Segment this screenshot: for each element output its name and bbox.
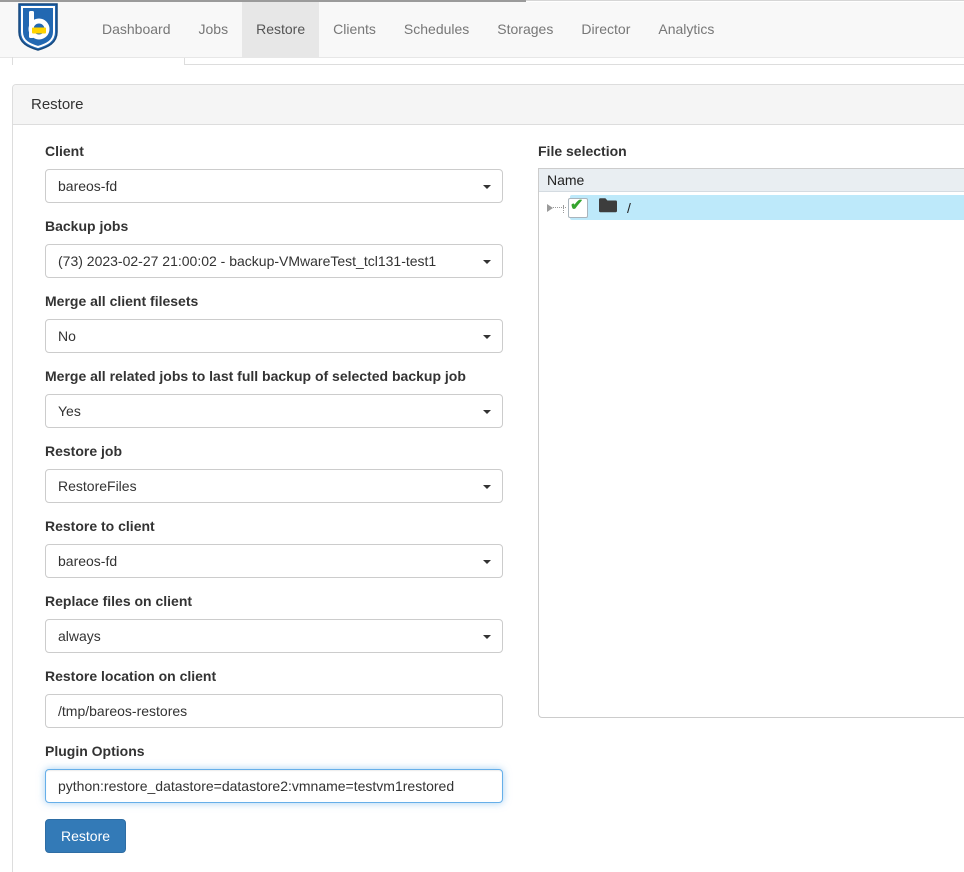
replace-files-select-value: always <box>58 628 101 644</box>
field-merge-filesets: Merge all client filesets No <box>45 293 503 353</box>
nav-item-jobs[interactable]: Jobs <box>185 2 243 57</box>
restore-to-client-label: Restore to client <box>45 518 503 534</box>
tree-node-label: / <box>627 200 631 216</box>
chevron-down-icon <box>483 185 491 189</box>
chevron-down-icon <box>483 335 491 339</box>
folder-icon <box>598 197 618 218</box>
field-restore-location: Restore location on client <box>45 668 503 728</box>
window-top-edge-light <box>526 0 964 1</box>
merge-related-jobs-select-value: Yes <box>58 403 81 419</box>
checked-checkbox[interactable]: ✔ <box>568 198 588 218</box>
active-subtab-left-border <box>12 57 13 65</box>
nav-item-director[interactable]: Director <box>567 2 644 57</box>
field-merge-related-jobs: Merge all related jobs to last full back… <box>45 368 503 428</box>
restore-job-select[interactable]: RestoreFiles <box>45 469 503 503</box>
panel-title: Restore <box>13 85 964 125</box>
chevron-down-icon <box>483 635 491 639</box>
restore-form: Client bareos-fd Backup jobs (73) 2023-0… <box>45 143 503 853</box>
bareos-shield-icon <box>16 2 60 57</box>
tree-dotted-line <box>563 205 564 213</box>
restore-location-input[interactable] <box>45 694 503 728</box>
replace-files-label: Replace files on client <box>45 593 503 609</box>
field-plugin-options: Plugin Options <box>45 743 503 803</box>
tree-column-header-name: Name <box>539 169 964 192</box>
field-client: Client bareos-fd <box>45 143 503 203</box>
panel-body: Client bareos-fd Backup jobs (73) 2023-0… <box>13 125 964 872</box>
field-restore-to-client: Restore to client bareos-fd <box>45 518 503 578</box>
nav-item-schedules[interactable]: Schedules <box>390 2 483 57</box>
merge-related-jobs-select[interactable]: Yes <box>45 394 503 428</box>
subtab-bar-border <box>185 64 964 65</box>
chevron-down-icon <box>483 560 491 564</box>
active-subtab-right-border <box>184 58 185 65</box>
nav-item-storages[interactable]: Storages <box>483 2 567 57</box>
nav-item-restore[interactable]: Restore <box>242 2 319 57</box>
restore-to-client-select-value: bareos-fd <box>58 553 117 569</box>
restore-job-label: Restore job <box>45 443 503 459</box>
client-select-value: bareos-fd <box>58 178 117 194</box>
tree-dotted-connector <box>553 207 566 208</box>
bareos-logo[interactable] <box>16 2 60 57</box>
chevron-down-icon <box>483 260 491 264</box>
field-replace-files: Replace files on client always <box>45 593 503 653</box>
backup-jobs-label: Backup jobs <box>45 218 503 234</box>
replace-files-select[interactable]: always <box>45 619 503 653</box>
green-check-icon: ✔ <box>570 195 583 215</box>
tree-row-root[interactable]: ✔ / <box>539 195 964 220</box>
field-backup-jobs: Backup jobs (73) 2023-02-27 21:00:02 - b… <box>45 218 503 278</box>
restore-job-select-value: RestoreFiles <box>58 478 137 494</box>
merge-filesets-select[interactable]: No <box>45 319 503 353</box>
nav-item-analytics[interactable]: Analytics <box>644 2 728 57</box>
merge-filesets-select-value: No <box>58 328 76 344</box>
plugin-options-input[interactable] <box>45 769 503 803</box>
merge-related-jobs-label: Merge all related jobs to last full back… <box>45 368 503 384</box>
chevron-down-icon <box>483 485 491 489</box>
tree-expander-icon[interactable] <box>547 204 553 212</box>
nav-item-dashboard[interactable]: Dashboard <box>88 2 185 57</box>
plugin-options-label: Plugin Options <box>45 743 503 759</box>
field-restore-job: Restore job RestoreFiles <box>45 443 503 503</box>
restore-panel: Restore Client bareos-fd Backup jobs (73… <box>12 84 964 872</box>
restore-to-client-select[interactable]: bareos-fd <box>45 544 503 578</box>
merge-filesets-label: Merge all client filesets <box>45 293 503 309</box>
backup-jobs-select-value: (73) 2023-02-27 21:00:02 - backup-VMware… <box>58 253 436 269</box>
chevron-down-icon <box>483 410 491 414</box>
file-selection-section: File selection Name ✔ / <box>538 143 964 718</box>
restore-location-label: Restore location on client <box>45 668 503 684</box>
nav-item-clients[interactable]: Clients <box>319 2 390 57</box>
backup-jobs-select[interactable]: (73) 2023-02-27 21:00:02 - backup-VMware… <box>45 244 503 278</box>
client-label: Client <box>45 143 503 159</box>
file-selection-title: File selection <box>538 143 964 159</box>
restore-button[interactable]: Restore <box>45 819 126 853</box>
top-navbar: Dashboard Jobs Restore Clients Schedules… <box>0 2 964 58</box>
client-select[interactable]: bareos-fd <box>45 169 503 203</box>
file-tree-panel: Name ✔ / <box>538 168 964 718</box>
